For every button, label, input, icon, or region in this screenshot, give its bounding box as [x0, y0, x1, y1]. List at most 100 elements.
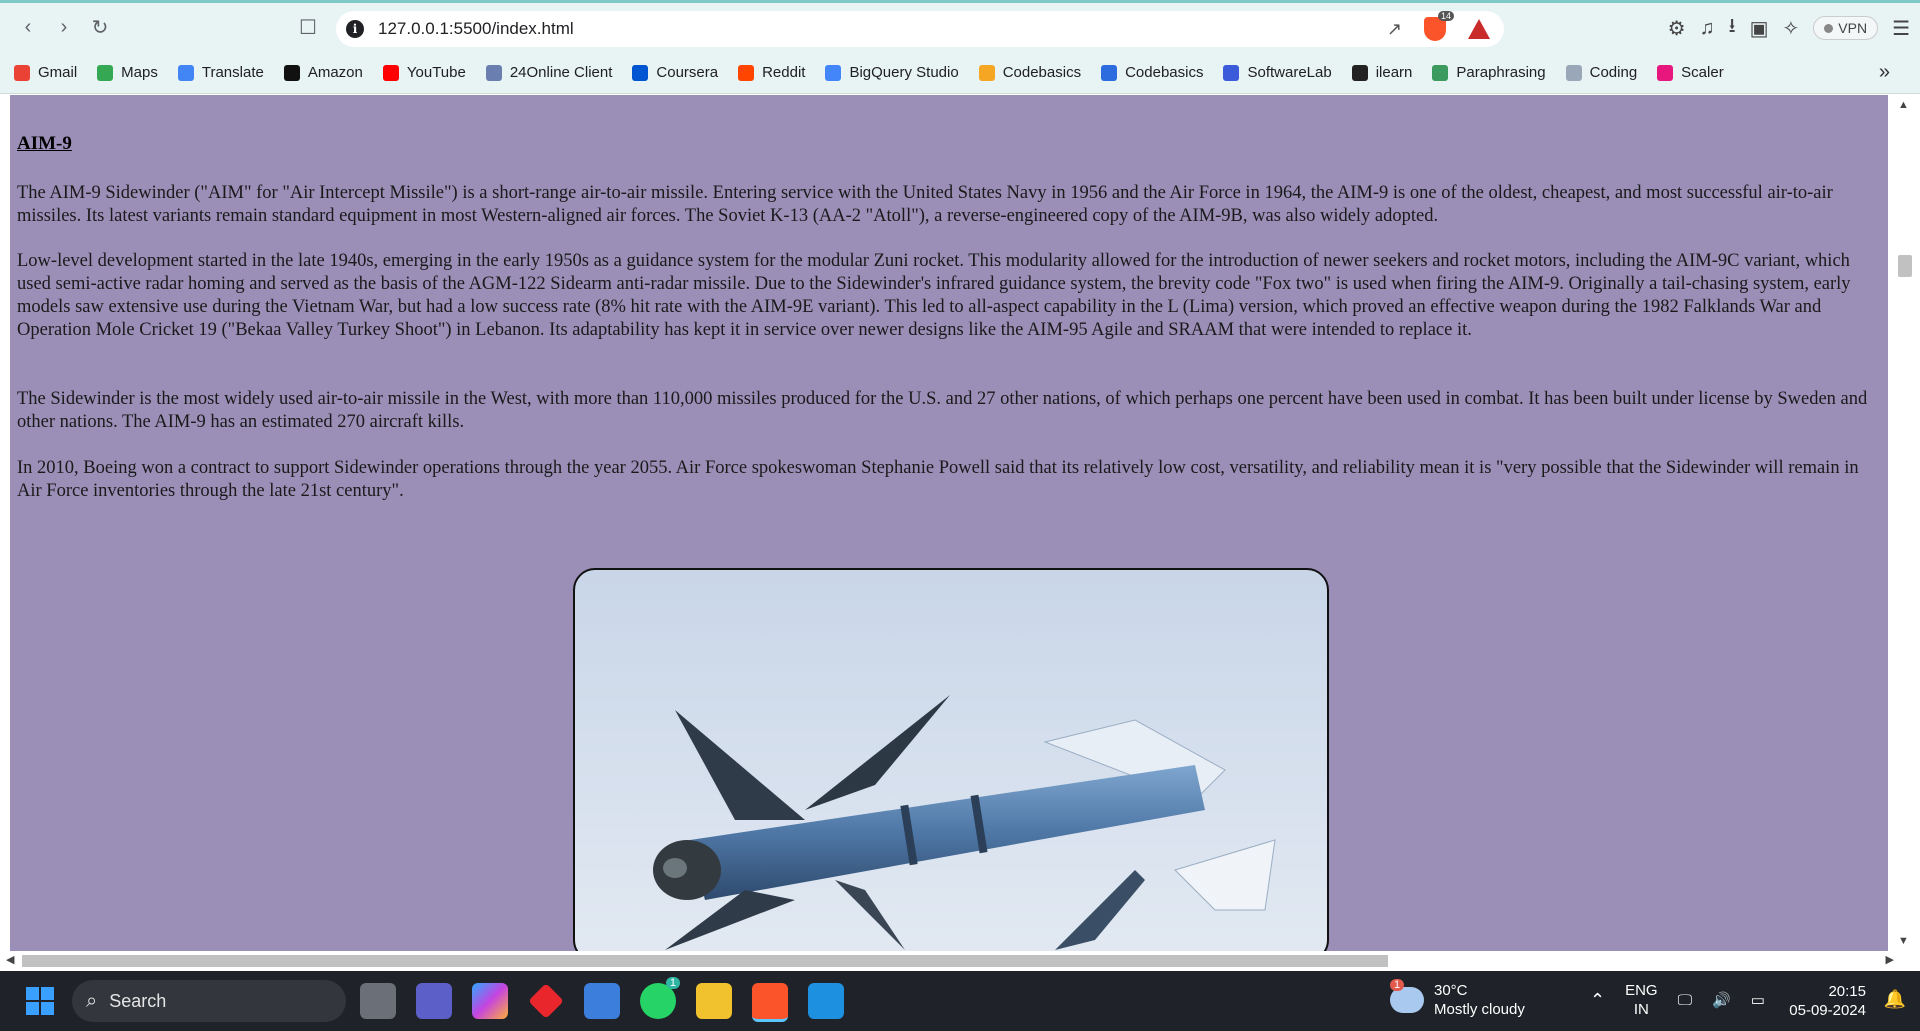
page-title: AIM-9 — [17, 133, 72, 154]
scaler-icon — [1657, 64, 1674, 81]
web-page: AIM-9 The AIM-9 Sidewinder ("AIM" for "A… — [10, 95, 1888, 951]
bookmark-label: Codebasics — [1002, 64, 1082, 81]
wallet-icon[interactable]: ▣ — [1750, 16, 1769, 41]
language-indicator[interactable]: ENG IN — [1625, 981, 1658, 1019]
paragraph-development: Low-level development started in the lat… — [17, 251, 1851, 340]
bookmark-label: Maps — [121, 64, 158, 81]
coding-icon — [1565, 64, 1582, 81]
bookmark-reddit[interactable]: Reddit — [738, 64, 805, 81]
tray-overflow-icon[interactable]: ⌃ — [1590, 990, 1605, 1011]
bookmark-softwarelab[interactable]: SoftwareLab — [1223, 64, 1332, 81]
bookmark-label: Coursera — [656, 64, 719, 81]
paragraph-future: In 2010, Boeing won a contract to suppor… — [17, 458, 1859, 501]
git-app-icon[interactable] — [528, 983, 564, 1019]
clock[interactable]: 20:15 05-09-2024 — [1789, 982, 1866, 1020]
youtube-icon — [382, 64, 399, 81]
reload-icon[interactable]: ↻ — [82, 10, 118, 46]
back-icon[interactable]: ‹ — [10, 10, 46, 46]
region-code: IN — [1633, 1001, 1649, 1018]
scroll-down-icon[interactable]: ▼ — [1898, 935, 1909, 947]
bookmark-scaler[interactable]: Scaler — [1657, 64, 1724, 81]
vpn-label: VPN — [1838, 20, 1868, 36]
vpn-status-dot — [1824, 23, 1834, 33]
url-text[interactable]: 127.0.0.1:5500/index.html — [378, 19, 574, 39]
24online-icon — [485, 64, 502, 81]
bookmark-coding[interactable]: Coding — [1565, 64, 1637, 81]
whatsapp-icon[interactable]: 1 — [640, 977, 680, 1019]
site-info-icon[interactable]: i — [346, 20, 364, 38]
search-label: Search — [109, 990, 167, 1011]
media-icon[interactable]: ♫ — [1700, 17, 1715, 40]
bookmark-label: YouTube — [406, 64, 466, 81]
brave-browser-icon[interactable] — [752, 983, 788, 1022]
maps-icon — [97, 64, 114, 81]
bookmark-maps[interactable]: Maps — [97, 64, 158, 81]
vertical-scrollbar[interactable]: ▲ ▼ — [1888, 95, 1920, 951]
bookmark-amazon[interactable]: Amazon — [283, 64, 363, 81]
scroll-up-icon[interactable]: ▲ — [1898, 99, 1909, 111]
microsoft-store-icon[interactable] — [584, 983, 620, 1019]
file-explorer-icon[interactable] — [696, 983, 732, 1019]
bookmark-bigquery-studio[interactable]: BigQuery Studio — [825, 64, 959, 81]
codebasics-icon — [1101, 64, 1118, 81]
windows-start-icon[interactable] — [26, 987, 54, 1015]
bookmark-translate[interactable]: Translate — [177, 64, 264, 81]
horizontal-scroll-thumb[interactable] — [22, 955, 1388, 967]
translate-icon — [177, 64, 194, 81]
network-icon[interactable]: 🖵 — [1678, 992, 1692, 1009]
leo-ai-icon[interactable]: ✧ — [1783, 16, 1800, 41]
amazon-icon — [283, 64, 300, 81]
copilot-icon[interactable] — [472, 983, 508, 1019]
clock-time: 20:15 — [1828, 983, 1866, 1000]
bookmark-page-icon[interactable]: ☐ — [290, 10, 326, 46]
temperature: 30°C — [1434, 982, 1468, 999]
bigquery-icon — [825, 64, 842, 81]
brave-rewards-icon[interactable] — [1468, 19, 1490, 39]
teams-icon[interactable] — [416, 983, 452, 1019]
weather-cloud-icon: 1 — [1390, 979, 1424, 1013]
taskbar-search[interactable]: ⌕ Search — [72, 980, 346, 1022]
bookmark-paraphrasing[interactable]: Paraphrasing — [1432, 64, 1546, 81]
volume-icon[interactable]: 🔊 — [1712, 991, 1731, 1009]
bookmark-codebasics[interactable]: Codebasics — [1101, 64, 1203, 81]
vscode-icon[interactable] — [808, 983, 844, 1019]
scroll-left-icon[interactable]: ◀ — [6, 953, 14, 966]
search-icon: ⌕ — [86, 989, 98, 1012]
vertical-scroll-thumb[interactable] — [1898, 255, 1912, 277]
forward-icon[interactable]: › — [46, 10, 82, 46]
horizontal-scrollbar[interactable]: ◀ ▶ — [0, 951, 1920, 971]
bookmark-ilearn[interactable]: ilearn — [1351, 64, 1412, 81]
missile-illustration — [653, 695, 1276, 950]
weather-description: Mostly cloudy — [1434, 1001, 1525, 1018]
bookmark-label: 24Online Client — [509, 64, 613, 81]
paragraph-usage: The Sidewinder is the most widely used a… — [17, 389, 1868, 432]
share-icon[interactable]: ↗ — [1387, 19, 1402, 40]
task-view-icon[interactable] — [360, 983, 396, 1019]
bookmark-24online-client[interactable]: 24Online Client — [485, 64, 613, 81]
reddit-icon — [738, 64, 755, 81]
coursera-icon — [632, 64, 649, 81]
bookmark-coursera[interactable]: Coursera — [632, 64, 718, 81]
browser-toolbar: ‹ › ↻ ☐ i 127.0.0.1:5500/index.html ↗ 14… — [0, 0, 1920, 52]
download-icon[interactable]: ⭳ — [1729, 11, 1736, 45]
bookmark-label: Scaler — [1681, 64, 1724, 81]
rocket-icon — [978, 64, 995, 81]
windows-taskbar: ⌕ Search 1 1 30°C Mostly cloudy ⌃ ENG IN… — [0, 971, 1920, 1031]
vpn-button[interactable]: VPN — [1813, 16, 1879, 40]
extensions-icon[interactable]: ⚙ — [1668, 16, 1686, 41]
bookmark-gmail[interactable]: Gmail — [14, 64, 77, 81]
brave-shields-icon[interactable]: 14 — [1424, 11, 1454, 41]
notification-bell-icon[interactable]: 🔔 — [1884, 989, 1906, 1010]
scroll-right-icon[interactable]: ▶ — [1886, 953, 1894, 966]
battery-icon[interactable]: ▭ — [1751, 991, 1765, 1009]
bookmark-label: Translate — [201, 64, 264, 81]
bookmark-label: Paraphrasing — [1456, 64, 1546, 81]
weather-widget[interactable]: 1 30°C Mostly cloudy — [1390, 979, 1525, 1019]
address-bar[interactable]: i 127.0.0.1:5500/index.html ↗ 14 — [336, 11, 1504, 47]
bookmark-codebasics[interactable]: Codebasics — [978, 64, 1082, 81]
menu-icon[interactable]: ☰ — [1892, 16, 1910, 41]
weather-badge: 1 — [1390, 979, 1405, 991]
bookmark-youtube[interactable]: YouTube — [382, 64, 466, 81]
bookmarks-overflow-icon[interactable]: » — [1879, 61, 1890, 84]
shields-count: 14 — [1437, 11, 1454, 21]
